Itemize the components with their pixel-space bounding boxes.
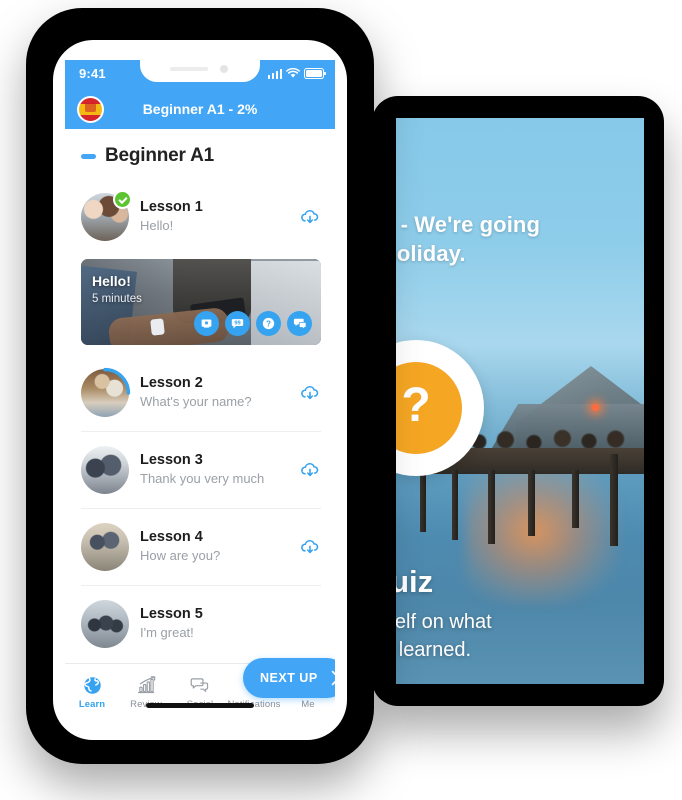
section-header-beginner-a1[interactable]: Beginner A1: [65, 129, 335, 179]
app-bar: Beginner A1 - 2%: [65, 90, 335, 129]
quiz-subtitle-line2: ou've learned.: [396, 639, 472, 661]
photo-shape-watch: [150, 318, 165, 336]
lesson-subtitle: Thank you very much: [140, 471, 265, 486]
lesson-card-title: Hello!: [92, 273, 131, 289]
lesson-row-3[interactable]: Lesson 3 Thank you very much: [65, 432, 335, 508]
screenshot-stage: n 17 - We're going on holiday. ? Quiz yo…: [0, 0, 682, 800]
tab-learn[interactable]: Learn: [65, 664, 119, 720]
lesson-thumbnail-wrap: [81, 600, 129, 648]
svg-text:99: 99: [234, 320, 240, 326]
lesson-text: Lesson 1 Hello!: [140, 199, 299, 235]
question-mark-icon[interactable]: ?: [396, 362, 462, 454]
cloud-download-icon[interactable]: [299, 459, 321, 481]
lesson-row-2[interactable]: Lesson 2 What's your name?: [65, 355, 335, 431]
lesson-text: Lesson 2 What's your name?: [140, 375, 299, 411]
lesson-text: Lesson 4 How are you?: [140, 529, 299, 565]
lesson-thumbnail: [81, 446, 129, 494]
quiz-subtitle-line1: yourself on what: [396, 611, 492, 633]
tab-label: Me: [301, 698, 315, 710]
earpiece-speaker: [170, 67, 208, 71]
tablet-lesson-title-line2: on holiday.: [396, 241, 466, 266]
cloud-download-icon[interactable]: [299, 536, 321, 558]
lesson-text: Lesson 3 Thank you very much: [140, 452, 299, 488]
pier-piling: [572, 470, 579, 528]
battery-icon: [304, 68, 326, 79]
lesson-thumbnail-wrap: [81, 190, 132, 241]
lesson-title: Lesson 4: [140, 529, 203, 545]
pier-piling: [420, 470, 426, 532]
lesson-thumbnail-wrap: [81, 446, 129, 494]
lesson-title: Lesson 1: [140, 199, 203, 215]
tablet-screen: n 17 - We're going on holiday. ? Quiz yo…: [396, 118, 644, 684]
cloud-download-icon[interactable]: [299, 206, 321, 228]
tab-label: Learn: [78, 698, 106, 710]
lesson-thumbnail-wrap: [81, 367, 131, 417]
bar-chart-icon: [137, 675, 155, 693]
collapse-dash-icon[interactable]: [81, 153, 96, 159]
lesson-row-1[interactable]: Lesson 1 Hello!: [65, 179, 335, 255]
tab-review[interactable]: Review: [119, 664, 173, 720]
chevron-right-icon: [331, 670, 335, 686]
tablet-lesson-title-line1: n 17 - We're going: [396, 212, 540, 237]
tablet-lesson-title: n 17 - We're going on holiday.: [396, 210, 644, 268]
expanded-lesson-card[interactable]: Hello! 5 minutes 99 ?: [81, 259, 321, 345]
vocabulary-quotes-icon[interactable]: 99: [225, 311, 250, 336]
status-bar-indicators: [267, 68, 326, 79]
lesson-card-actions: 99 ?: [194, 311, 312, 336]
pier-piling: [528, 470, 535, 536]
lesson-thumbnail: [81, 523, 129, 571]
app-bar-title: Beginner A1 - 2%: [142, 101, 258, 117]
lesson-title: Lesson 3: [140, 452, 203, 468]
home-indicator-bar[interactable]: [146, 703, 254, 708]
cloud-download-icon[interactable]: [299, 382, 321, 404]
lesson-subtitle: How are you?: [140, 548, 221, 563]
quiz-heading: Quiz: [396, 564, 434, 599]
phone-screen: 9:41 Beginner A1 - 2% Beginner A1 Lesson…: [65, 60, 335, 720]
lesson-progress-ring: [103, 367, 131, 395]
lesson-subtitle: Hello!: [140, 218, 174, 233]
next-up-button[interactable]: NEXT UP: [243, 658, 335, 698]
lesson-thumbnail: [81, 600, 129, 648]
pier-piling: [488, 470, 495, 544]
lesson-thumbnail-wrap: [81, 523, 129, 571]
pier-people-silhouettes: [456, 418, 644, 452]
pier-piling: [452, 470, 458, 540]
pier-lamp-icon: [592, 404, 599, 411]
section-title: Beginner A1: [105, 145, 215, 166]
check-badge-icon: [113, 190, 132, 209]
signal-bars-icon: [267, 69, 282, 79]
lesson-subtitle: I'm great!: [140, 625, 194, 640]
next-up-label: NEXT UP: [260, 671, 318, 685]
globe-icon: [83, 676, 101, 694]
quiz-subtitle: yourself on what ou've learned.: [396, 608, 644, 664]
quiz-question-icon[interactable]: ?: [256, 311, 281, 336]
status-bar: 9:41: [65, 60, 335, 90]
lesson-title: Lesson 2: [140, 375, 203, 391]
lesson-title: Lesson 5: [140, 606, 203, 622]
wifi-icon: [286, 68, 300, 78]
lesson-row-5[interactable]: Lesson 5 I'm great!: [65, 586, 335, 662]
lesson-row-4[interactable]: Lesson 4 How are you?: [65, 509, 335, 585]
lesson-text: Lesson 5 I'm great!: [140, 606, 321, 642]
phone-notch: [140, 60, 260, 82]
chat-conversation-icon[interactable]: [287, 311, 312, 336]
lesson-card-duration: 5 minutes: [92, 293, 142, 305]
speech-bubbles-icon: [190, 677, 209, 692]
video-lesson-icon[interactable]: [194, 311, 219, 336]
status-bar-time: 9:41: [79, 66, 106, 81]
lesson-list[interactable]: Beginner A1 Lesson 1 Hello! Hello! 5 min…: [65, 129, 335, 664]
lesson-subtitle: What's your name?: [140, 394, 252, 409]
tab-social[interactable]: Social: [173, 664, 227, 720]
pier-piling: [610, 454, 618, 546]
front-camera-icon: [220, 65, 228, 73]
svg-text:?: ?: [266, 319, 271, 328]
